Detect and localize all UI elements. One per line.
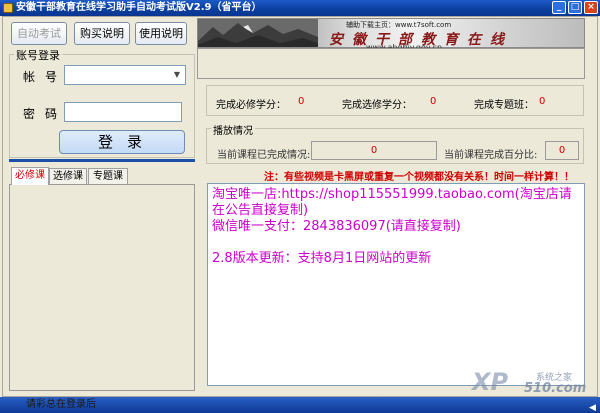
watermark-num: 510.com (524, 381, 587, 396)
account-label: 帐号 (23, 70, 68, 84)
watermark-logo: XP 系统之家 510.com (472, 368, 598, 396)
current-progress-label: 当前课程已完成情况: (217, 150, 311, 161)
course-list-panel[interactable] (9, 184, 195, 391)
password-label: 密码 (23, 107, 68, 121)
current-percent-value: 0 (545, 141, 579, 160)
topic-class-value: 0 (539, 96, 546, 107)
log-line-shop: 淘宝唯一店:https://shop115551999.taobao.com(淘… (212, 187, 572, 218)
password-input[interactable] (64, 102, 182, 122)
status-text: 请彩总在登录后 (26, 399, 96, 410)
log-spacer (212, 235, 580, 251)
speaker-icon[interactable]: ◀ (589, 400, 598, 413)
account-colon: : (51, 68, 56, 82)
window-title: 安徽干部教育在线学习助手自动考试版V2.9（省平台） (16, 2, 262, 13)
status-bar: 请彩总在登录后 ◀ (0, 397, 600, 413)
usage-help-button[interactable]: 使用说明 (135, 22, 187, 45)
elective-credits-value: 0 (430, 96, 437, 107)
minimize-button[interactable]: _ (552, 1, 566, 14)
password-colon: : (51, 105, 56, 119)
title-bar: 安徽干部教育在线学习助手自动考试版V2.9（省平台） _ □ × (0, 0, 600, 16)
required-credits-label: 完成必修学分： (216, 100, 286, 111)
close-button[interactable]: × (584, 1, 598, 14)
chevron-down-icon[interactable]: ▼ (170, 67, 184, 83)
login-button[interactable]: 登录 (59, 130, 185, 154)
current-progress-value: 0 (311, 141, 437, 160)
mountain-image (198, 19, 318, 47)
divider-bar (9, 159, 195, 162)
tab-elective[interactable]: 选修课 (49, 168, 87, 185)
tab-required[interactable]: 必修课 (11, 167, 49, 185)
log-textarea[interactable]: 淘宝唯一店:https://shop115551999.taobao.com(淘… (207, 183, 585, 386)
notice-text: 注：有些视频是卡黑屏或重复一个视频都没有关系！时间一样计算！！ (264, 172, 574, 183)
app-icon (3, 3, 13, 13)
watermark-brand: XP (472, 368, 509, 396)
auto-exam-button[interactable]: 自动考试 (11, 22, 67, 45)
elective-credits-label: 完成选修学分： (342, 100, 412, 111)
login-group-title: 账号登录 (14, 47, 62, 63)
info-panel (197, 48, 585, 79)
tab-topic[interactable]: 专题课 (88, 168, 128, 185)
log-line-wechat: 微信唯一支付：2843836097(请直接复制) (212, 219, 461, 234)
playback-group-title: 播放情况 (211, 122, 255, 137)
current-percent-label: 当前课程完成百分比: (444, 150, 538, 161)
log-line-update: 2.8版本更新：支持8月1日网站的更新 (212, 251, 432, 266)
account-input[interactable]: ▼ (64, 65, 186, 85)
required-credits-value: 0 (298, 96, 305, 107)
purchase-help-button[interactable]: 购买说明 (74, 22, 130, 45)
topic-class-label: 完成专题班： (474, 100, 534, 111)
maximize-button[interactable]: □ (568, 1, 582, 14)
